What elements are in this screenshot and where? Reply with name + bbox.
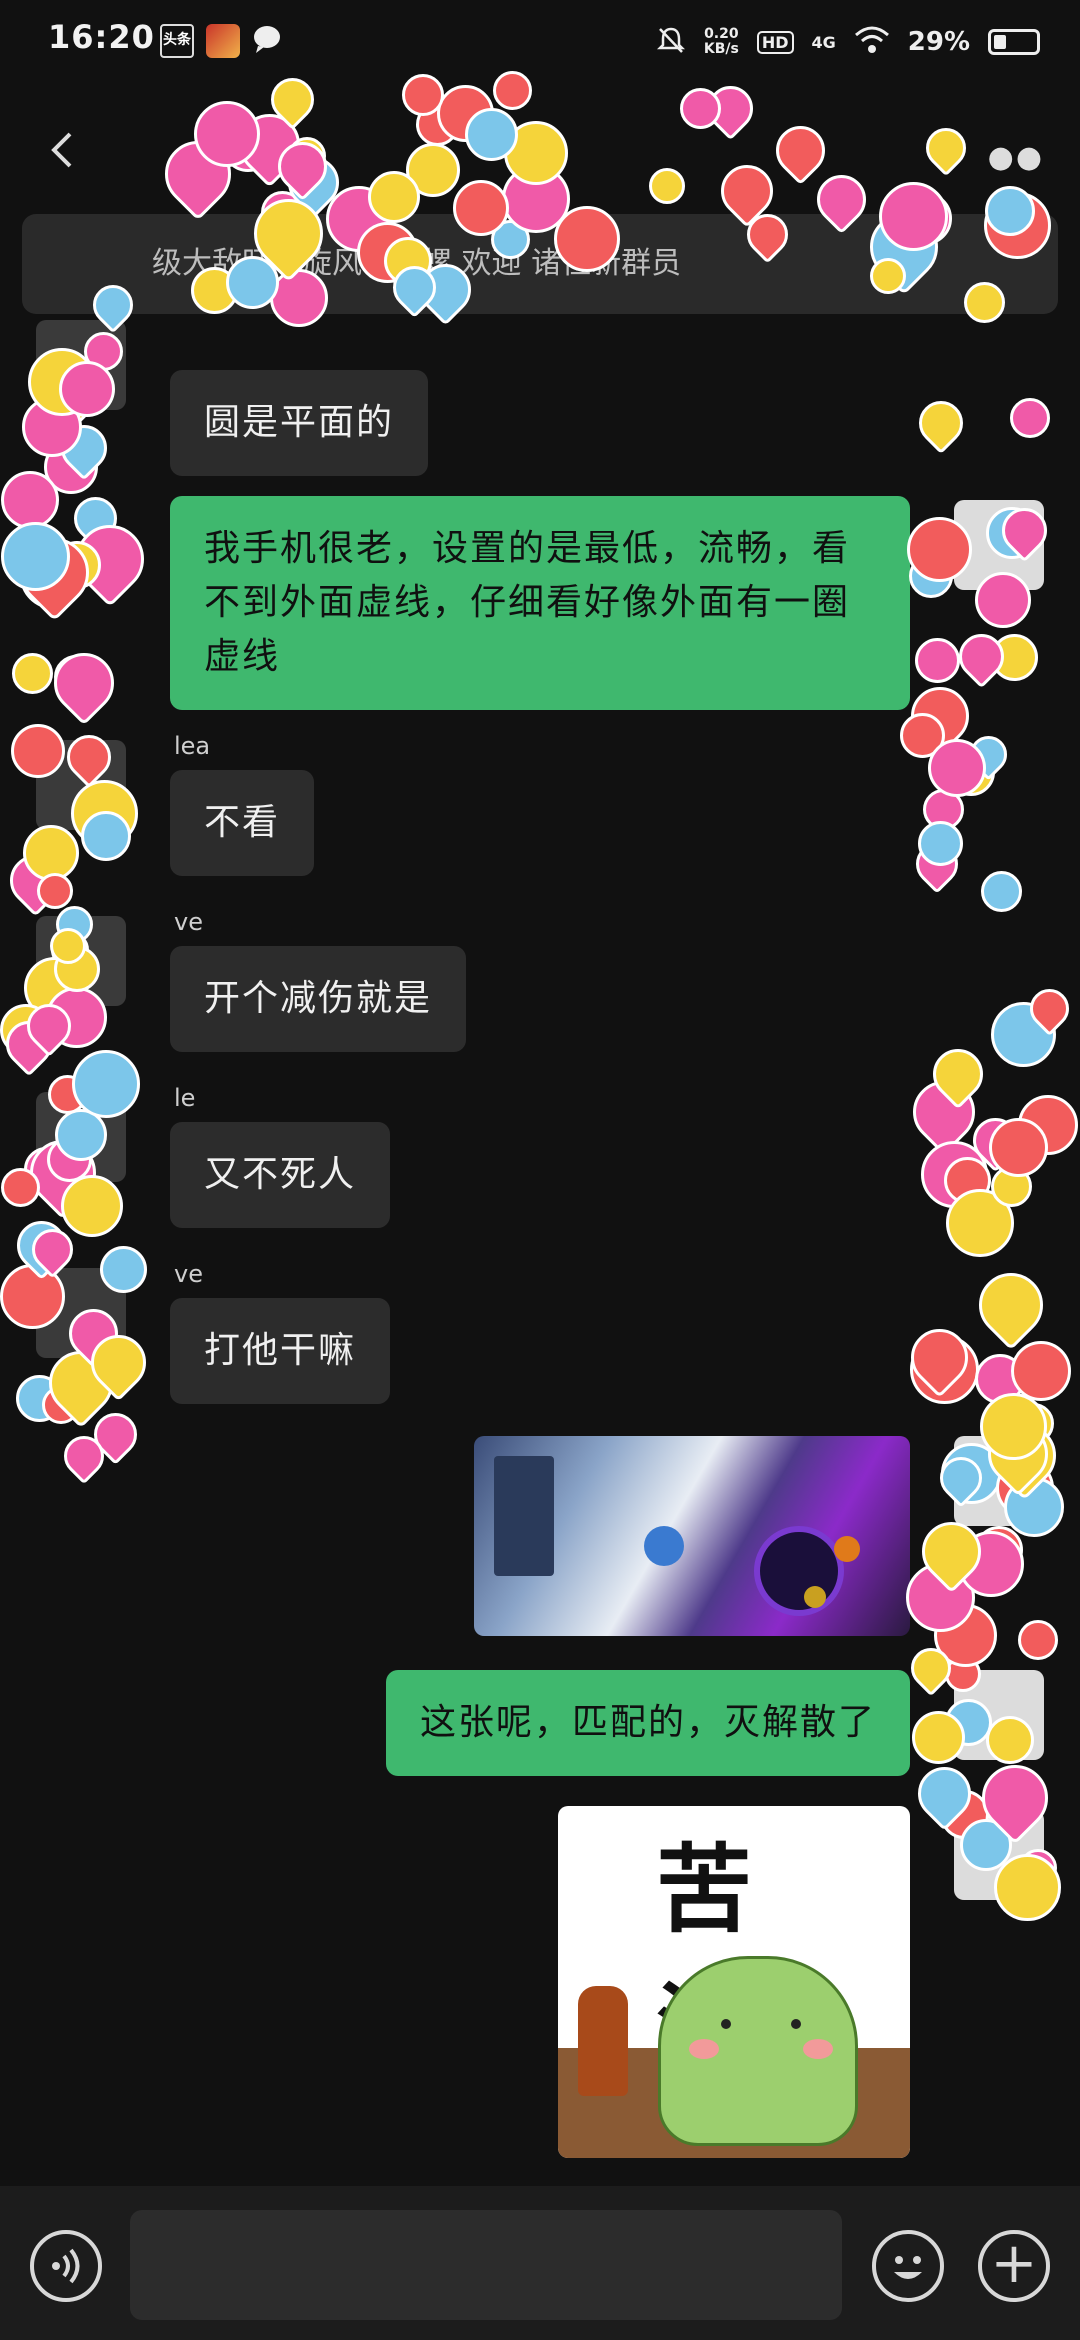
status-right-group: 0.20 KB/s HD 4G 29% [656, 22, 1040, 62]
message-list[interactable]: 圆是平面的 我手机很老，设置的是最低，流畅，看不到外面虚线，仔细看好像外面有一圈… [0, 320, 1080, 2180]
hd-badge: HD [756, 30, 794, 54]
confetti-sticker [493, 71, 532, 110]
confetti-sticker [981, 871, 1022, 912]
confetti-sticker [870, 258, 906, 294]
confetti-sticker [912, 1711, 965, 1764]
signal-4g: 4G [811, 32, 836, 52]
status-time: 16:20 [48, 18, 155, 56]
mute-bell-icon [656, 25, 686, 59]
confetti-sticker [994, 1854, 1061, 1921]
back-icon[interactable] [40, 126, 88, 174]
confetti-sticker [554, 206, 620, 272]
image-message[interactable] [474, 1436, 910, 1636]
confetti-sticker [680, 88, 721, 129]
confetti-sticker [964, 282, 1005, 323]
status-bar: 16:20 头条 0.20 KB/s HD 4G 29% [0, 0, 1080, 80]
confetti-sticker [72, 1050, 140, 1118]
voice-icon[interactable] [30, 2230, 102, 2302]
battery-fill [994, 35, 1006, 49]
sticker-bottle [578, 1986, 628, 2096]
confetti-sticker [465, 108, 518, 161]
confetti-sticker [879, 182, 948, 251]
message-bubble-incoming[interactable]: 不看 [170, 770, 315, 876]
confetti-sticker [975, 572, 1031, 628]
sticker-message[interactable]: 苦 涩 [558, 1806, 910, 2158]
confetti-sticker [402, 74, 444, 116]
message-input[interactable] [130, 2210, 842, 2320]
sticker-image: 苦 涩 [558, 1806, 910, 2158]
confetti-sticker [194, 101, 260, 167]
message-bubble-incoming[interactable]: 又不死人 [170, 1122, 391, 1228]
battery-icon [988, 29, 1040, 55]
message-bubble-incoming[interactable]: 圆是平面的 [170, 370, 429, 476]
message-bubble-incoming[interactable]: 开个减伤就是 [170, 946, 467, 1052]
confetti-sticker [12, 653, 53, 694]
confetti-sticker [368, 171, 420, 223]
turtle-cheek [803, 2039, 833, 2059]
battery-percent: 29% [907, 27, 970, 57]
confetti-sticker [61, 1175, 123, 1237]
input-bar: + [0, 2186, 1080, 2340]
confetti-sticker [986, 1716, 1034, 1764]
confetti-sticker [1, 522, 70, 591]
confetti-sticker [59, 361, 115, 417]
confetti-sticker [1, 471, 59, 529]
confetti-sticker [928, 739, 986, 797]
confetti-sticker [985, 186, 1035, 236]
chat-notification-icon [252, 24, 282, 58]
confetti-sticker [50, 928, 86, 964]
confetti-sticker [453, 180, 509, 236]
game-app-icon [206, 24, 240, 58]
net-speed-value: 0.20 [704, 26, 739, 42]
confetti-sticker [1011, 1341, 1071, 1401]
confetti-sticker [915, 638, 960, 683]
sender-name: le [174, 1084, 196, 1112]
confetti-sticker [1, 1168, 40, 1207]
confetti-sticker [918, 821, 963, 866]
message-bubble-outgoing[interactable]: 这张呢，匹配的，灭解散了 [385, 1670, 910, 1776]
net-speed-unit: KB/s [703, 41, 739, 57]
confetti-sticker [907, 517, 972, 582]
message-bubble-outgoing[interactable]: 我手机很老，设置的是最低，流畅，看不到外面虚线，仔细看好像外面有一圈虚线 [170, 496, 910, 710]
sender-name: ve [174, 1260, 203, 1288]
toutiao-app-icon: 头条 [160, 24, 194, 58]
confetti-sticker [989, 1118, 1048, 1177]
turtle-eye [791, 2019, 801, 2029]
sender-name: lea [174, 732, 211, 760]
confetti-sticker [649, 168, 685, 204]
sticker-turtle [658, 1956, 858, 2146]
confetti-sticker [980, 1393, 1047, 1460]
turtle-cheek [689, 2039, 719, 2059]
confetti-sticker [81, 811, 131, 861]
wifi-icon [854, 25, 890, 59]
confetti-sticker [11, 724, 65, 778]
emoji-icon[interactable] [872, 2230, 944, 2302]
turtle-eye [721, 2019, 731, 2029]
confetti-sticker [100, 1246, 147, 1293]
more-options-icon[interactable]: ●● [988, 140, 1044, 175]
sender-name: ve [174, 908, 203, 936]
confetti-sticker [1018, 1620, 1058, 1660]
message-bubble-incoming[interactable]: 打他干嘛 [170, 1298, 391, 1404]
confetti-sticker [1010, 398, 1050, 438]
confetti-sticker [37, 873, 73, 909]
net-speed: 0.20 KB/s [704, 27, 739, 57]
plus-icon[interactable]: + [978, 2230, 1050, 2302]
game-screenshot-image [474, 1436, 910, 1636]
